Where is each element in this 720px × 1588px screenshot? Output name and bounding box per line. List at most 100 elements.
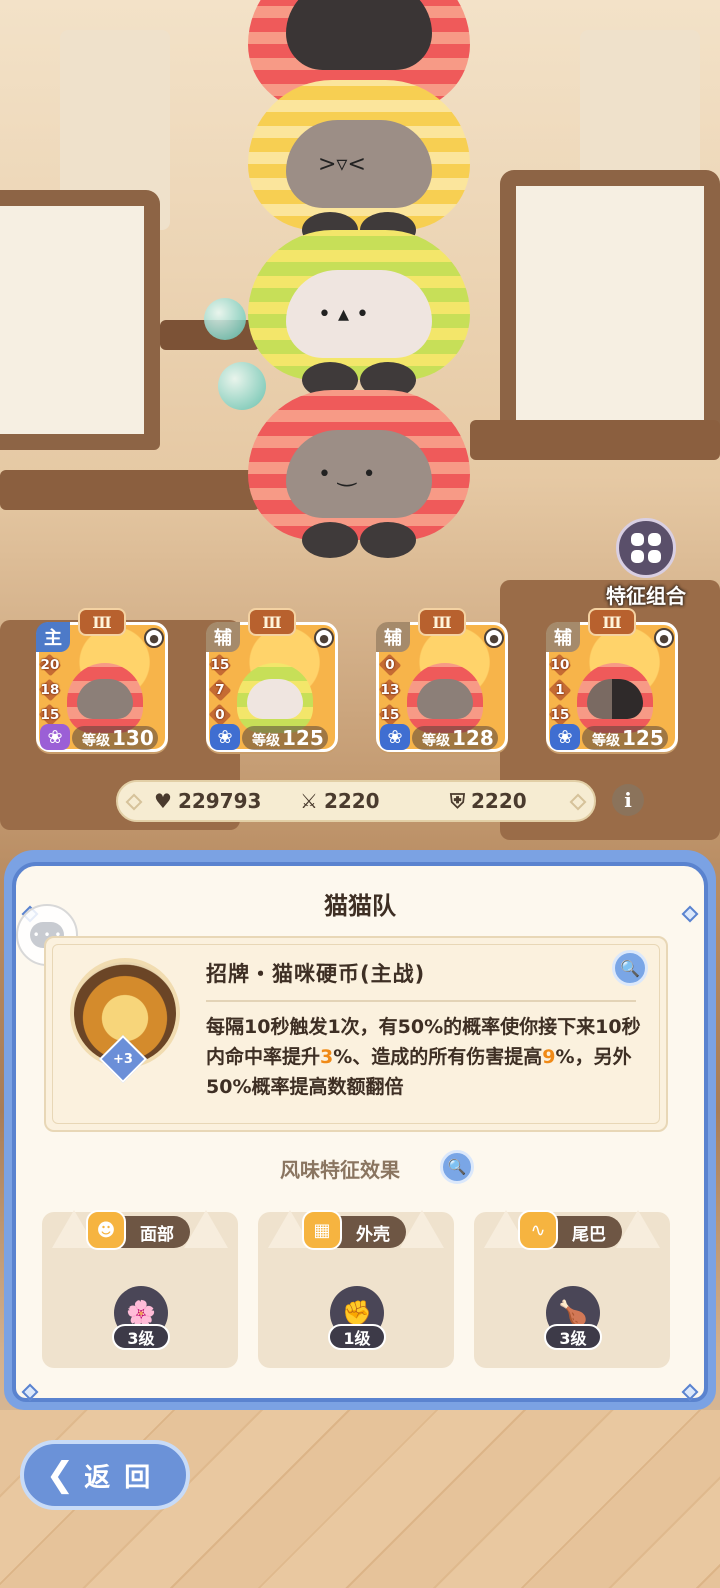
cat-portrait [577, 663, 653, 733]
lock-icon[interactable]: ● [654, 628, 674, 648]
stat-value: 15 [548, 703, 572, 727]
stat-value: 18 [38, 678, 62, 702]
stat-value: 15 [208, 653, 232, 677]
flavor-effects-title: 风味特征效果 [280, 1158, 400, 1182]
cat-portrait [237, 663, 313, 733]
flavor-detail-zoom-icon[interactable]: 🔍 [440, 1150, 474, 1184]
decor-diamond [569, 793, 587, 811]
level-badge: 等级 125 [582, 726, 668, 750]
attack-stat: ⚔ 2220 [300, 789, 380, 813]
shield-icon: ⛨ [450, 789, 465, 813]
team-card-1[interactable]: 主 Ⅲ ● 20 18 15 ❀ 等级 130 [32, 608, 172, 762]
level-value: 125 [622, 726, 664, 750]
back-label: 返回 [84, 1462, 165, 1493]
feature-shell[interactable]: 外壳 ▦ ✊ 1级 [258, 1210, 454, 1368]
skill-description: 每隔10秒触发1次，有50%的概率使你接下来10秒内命中率提升3%、造成的所有伤… [206, 1016, 641, 1098]
team-cards: 主 Ⅲ ● 20 18 15 ❀ 等级 130 辅 Ⅲ ● 15 7 0 ❀ 等… [32, 608, 692, 762]
counter [470, 420, 720, 460]
cat-portrait [67, 663, 143, 733]
window-left [0, 190, 160, 450]
level-value: 130 [112, 726, 154, 750]
cat-face-icon: ☻ [86, 1210, 126, 1250]
stat-value: 10 [548, 653, 572, 677]
clover-icon [616, 518, 676, 578]
info-icon[interactable]: i [612, 784, 644, 816]
shell-icon: ▦ [302, 1210, 342, 1250]
stat-value: 0 [378, 653, 402, 677]
level-label: 等级 [422, 733, 450, 749]
level-value: 125 [282, 726, 324, 750]
feature-level: 1级 [328, 1324, 386, 1350]
trait-combo-button[interactable]: 特征组合 [596, 518, 696, 609]
decor-diamond [125, 793, 143, 811]
paw-icon: ❀ [550, 724, 580, 750]
stat-value: 1 [548, 678, 572, 702]
skill-name: 招牌・猫咪硬币(主战) [206, 962, 426, 986]
level-badge: 等级 128 [412, 726, 498, 750]
paw-icon: ❀ [210, 724, 240, 750]
role-badge: 辅 [206, 622, 240, 652]
stat-list: 20 18 15 [38, 653, 62, 729]
defense-value: 2220 [471, 789, 527, 813]
stat-value: 15 [378, 703, 402, 727]
desk [0, 470, 260, 510]
stat-value: 13 [378, 678, 402, 702]
stat-value: 7 [208, 678, 232, 702]
cat-stack-3: • ▴ • [248, 230, 470, 398]
team-card-4[interactable]: 辅 Ⅲ ● 10 1 15 ❀ 等级 125 [542, 608, 682, 762]
cat-stack-2: >▿< [248, 80, 470, 248]
stat-list: 10 1 15 [548, 653, 572, 729]
team-power-bar: ♥ 229793 ⚔ 2220 ⛨ 2220 [116, 780, 596, 822]
skill-detail-zoom-icon[interactable]: 🔍 [612, 950, 648, 986]
role-badge: 辅 [546, 622, 580, 652]
cat-eyes-icon: >▿< [318, 152, 366, 177]
level-label: 等级 [592, 733, 620, 749]
defense-stat: ⛨ 2220 [450, 789, 527, 813]
tier-badge: Ⅲ [78, 608, 126, 636]
crossed-swords-icon: ⚔ [300, 789, 318, 813]
level-label: 等级 [82, 733, 110, 749]
feature-face[interactable]: 面部 ☻ 🌸 3级 [42, 1210, 238, 1368]
stat-list: 15 7 0 [208, 653, 232, 729]
heart-icon: ♥ [154, 789, 172, 813]
lock-icon[interactable]: ● [484, 628, 504, 648]
divider [206, 1000, 636, 1002]
tier-badge: Ⅲ [588, 608, 636, 636]
stat-value: 20 [38, 653, 62, 677]
cat-stack-4: • ‿ • [248, 390, 470, 558]
cat-tower: >▿< • ▴ • • ‿ • [240, 0, 480, 560]
level-badge: 等级 125 [242, 726, 328, 750]
team-card-2[interactable]: 辅 Ⅲ ● 15 7 0 ❀ 等级 125 [202, 608, 342, 762]
back-arrow-icon: ❮ [45, 1455, 75, 1495]
stat-value: 0 [208, 703, 232, 727]
tier-badge: Ⅲ [248, 608, 296, 636]
stat-list: 0 13 15 [378, 653, 402, 729]
panel-title: 猫猫队 [324, 892, 396, 920]
attack-value: 2220 [323, 789, 380, 813]
tail-icon: ∿ [518, 1210, 558, 1250]
feature-level: 3级 [544, 1324, 602, 1350]
level-label: 等级 [252, 733, 280, 749]
cat-eyes-icon: • ▴ • [318, 302, 369, 327]
lock-icon[interactable]: ● [314, 628, 334, 648]
cat-paws [302, 522, 416, 558]
window-right [500, 170, 720, 440]
feature-level: 3级 [112, 1324, 170, 1350]
hp-value: 229793 [177, 789, 262, 813]
team-card-3[interactable]: 辅 Ⅲ ● 0 13 15 ❀ 等级 128 [372, 608, 512, 762]
back-button[interactable]: ❮ 返回 [20, 1440, 190, 1510]
lock-icon[interactable]: ● [144, 628, 164, 648]
trait-combo-label: 特征组合 [606, 584, 686, 608]
hp-stat: ♥ 229793 [154, 789, 261, 813]
paw-icon: ❀ [40, 724, 70, 750]
cat-eyes-icon: • ‿ • [318, 462, 376, 487]
role-badge: 主 [36, 622, 70, 652]
paw-icon: ❀ [380, 724, 410, 750]
cat-face [286, 0, 432, 70]
tier-badge: Ⅲ [418, 608, 466, 636]
level-badge: 等级 130 [72, 726, 158, 750]
cat-portrait [407, 663, 483, 733]
feature-tail[interactable]: 尾巴 ∿ 🍗 3级 [474, 1210, 670, 1368]
stat-value: 15 [38, 703, 62, 727]
level-value: 128 [452, 726, 494, 750]
